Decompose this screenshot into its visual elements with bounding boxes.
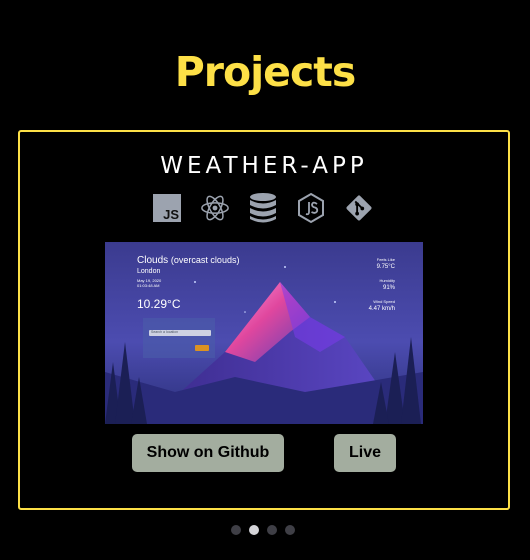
section-title: Projects xyxy=(174,48,357,96)
carousel-dot-2[interactable] xyxy=(249,525,259,535)
react-icon xyxy=(200,192,230,224)
carousel-dots xyxy=(231,525,295,535)
project-card: WEATHER-APP JS Clouds (overcast clouds) … xyxy=(18,130,510,510)
project-preview-image: Clouds (overcast clouds) London May 19, … xyxy=(105,242,423,424)
project-title: WEATHER-APP xyxy=(160,153,368,179)
carousel-dot-1[interactable] xyxy=(231,525,241,535)
show-on-github-button[interactable]: Show on Github xyxy=(132,434,284,472)
preview-condition: Clouds xyxy=(137,255,169,266)
preview-wind-label: Wind Speed xyxy=(373,299,395,304)
preview-time: 01:03:48 AM xyxy=(137,283,160,288)
preview-wind-value: 4.47 km/h xyxy=(368,306,395,312)
preview-feels-like-label: Feels Like xyxy=(376,257,395,262)
javascript-label: JS xyxy=(163,207,179,222)
carousel-dot-3[interactable] xyxy=(267,525,277,535)
javascript-icon: JS xyxy=(152,192,182,224)
tech-stack: JS xyxy=(152,192,374,224)
carousel-dot-4[interactable] xyxy=(285,525,295,535)
preview-description: (overcast clouds) xyxy=(170,255,240,265)
preview-city: London xyxy=(137,268,161,275)
preview-temperature: 10.29°C xyxy=(137,297,181,311)
live-button[interactable]: Live xyxy=(334,434,396,472)
preview-search-placeholder: Search a location xyxy=(151,330,179,334)
preview-feels-like-value: 9.75°C xyxy=(376,264,395,270)
preview-humidity-label: Humidity xyxy=(379,278,395,283)
nodejs-icon xyxy=(296,192,326,224)
preview-humidity-value: 91% xyxy=(382,285,395,291)
database-icon xyxy=(248,192,278,224)
git-icon xyxy=(344,192,374,224)
